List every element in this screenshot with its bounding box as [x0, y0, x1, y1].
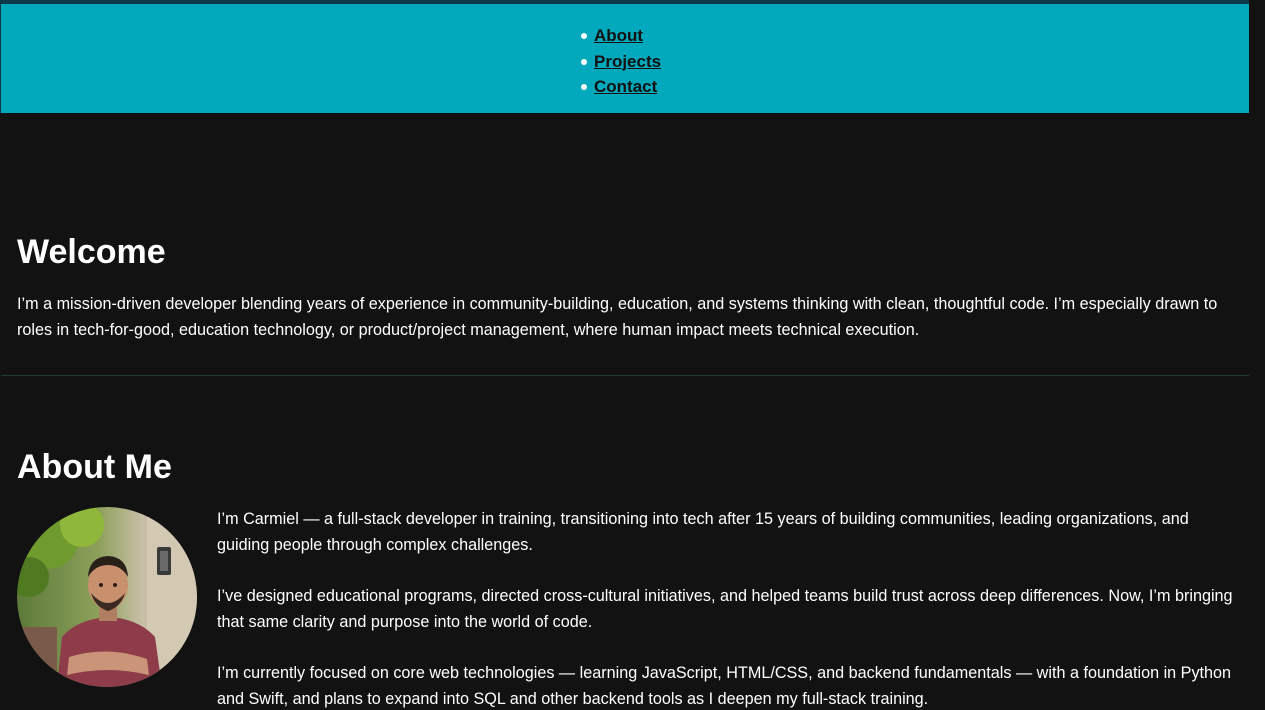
page: About Projects Contact Welcome I’m a mis…	[0, 0, 1265, 710]
profile-photo-illustration	[17, 507, 197, 687]
section-divider	[1, 375, 1249, 376]
about-paragraph: I’ve designed educational programs, dire…	[217, 587, 1233, 631]
about-paragraph: I’m Carmiel — a full-stack developer in …	[217, 510, 1189, 554]
nav-link-projects[interactable]: Projects	[594, 52, 661, 71]
welcome-heading: Welcome	[17, 233, 166, 271]
profile-photo	[17, 507, 197, 687]
nav-list: About Projects Contact	[580, 23, 661, 100]
nav-item-about: About	[580, 23, 661, 49]
nav-item-projects: Projects	[580, 49, 661, 75]
nav-link-contact[interactable]: Contact	[594, 77, 657, 96]
about-heading: About Me	[17, 448, 172, 486]
nav-link-about[interactable]: About	[594, 26, 643, 45]
nav-item-contact: Contact	[580, 74, 661, 100]
top-nav-bar: About Projects Contact	[0, 0, 1249, 113]
about-paragraph: I’m currently focused on core web techno…	[217, 664, 1232, 708]
welcome-text: I’m a mission-driven developer blending …	[17, 295, 1218, 339]
